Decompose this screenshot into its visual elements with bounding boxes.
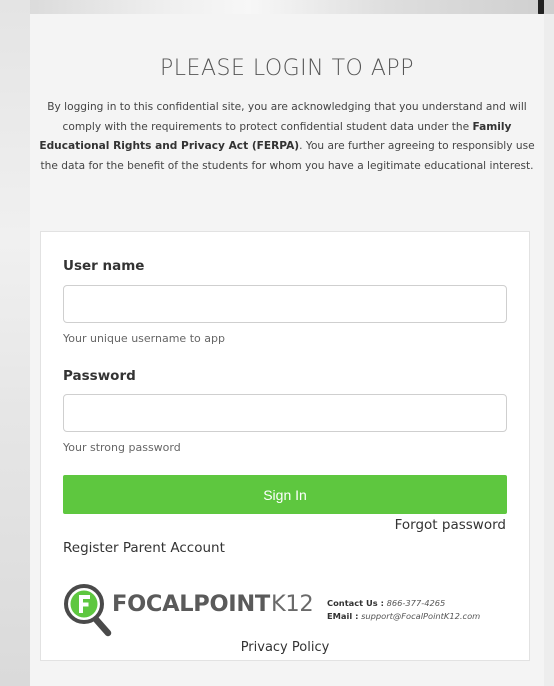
password-input[interactable] bbox=[63, 394, 507, 432]
logo-text: FOCALPOINT bbox=[112, 591, 270, 617]
contact-email: support@FocalPointK12.com bbox=[361, 611, 481, 621]
ferpa-notice-part1: By logging in to this confidential site,… bbox=[47, 101, 527, 133]
page-title: PLEASE LOGIN TO APP bbox=[160, 56, 414, 81]
privacy-policy-link[interactable]: Privacy Policy bbox=[40, 640, 530, 655]
username-label: User name bbox=[63, 258, 145, 274]
background-left-strip bbox=[0, 0, 30, 686]
sign-in-button[interactable]: Sign In bbox=[63, 475, 507, 514]
username-help-text: Your unique username to app bbox=[63, 332, 225, 345]
register-parent-account-link[interactable]: Register Parent Account bbox=[63, 540, 225, 556]
contact-email-row: EMail : support@FocalPointK12.com bbox=[327, 610, 480, 623]
email-label: EMail : bbox=[327, 611, 359, 621]
magnifier-with-letter-f-icon bbox=[64, 584, 112, 637]
password-help-text: Your strong password bbox=[63, 441, 181, 454]
contact-phone: 866-377-4265 bbox=[386, 598, 446, 608]
ferpa-notice: By logging in to this confidential site,… bbox=[34, 98, 540, 176]
logo-suffix: K12 bbox=[270, 591, 314, 617]
username-input[interactable] bbox=[63, 285, 507, 323]
focalpoint-k12-logo: FOCALPOINTK12 bbox=[62, 582, 320, 638]
password-label: Password bbox=[63, 368, 136, 384]
background-top-strip bbox=[0, 0, 554, 14]
forgot-password-link[interactable]: Forgot password bbox=[330, 517, 506, 533]
panel-right-edge bbox=[544, 14, 554, 686]
contact-phone-row: Contact Us : 866-377-4265 bbox=[327, 597, 480, 610]
contact-label: Contact Us : bbox=[327, 598, 384, 608]
logo-wordmark: FOCALPOINTK12 bbox=[112, 591, 314, 617]
contact-info: Contact Us : 866-377-4265 EMail : suppor… bbox=[327, 597, 480, 623]
